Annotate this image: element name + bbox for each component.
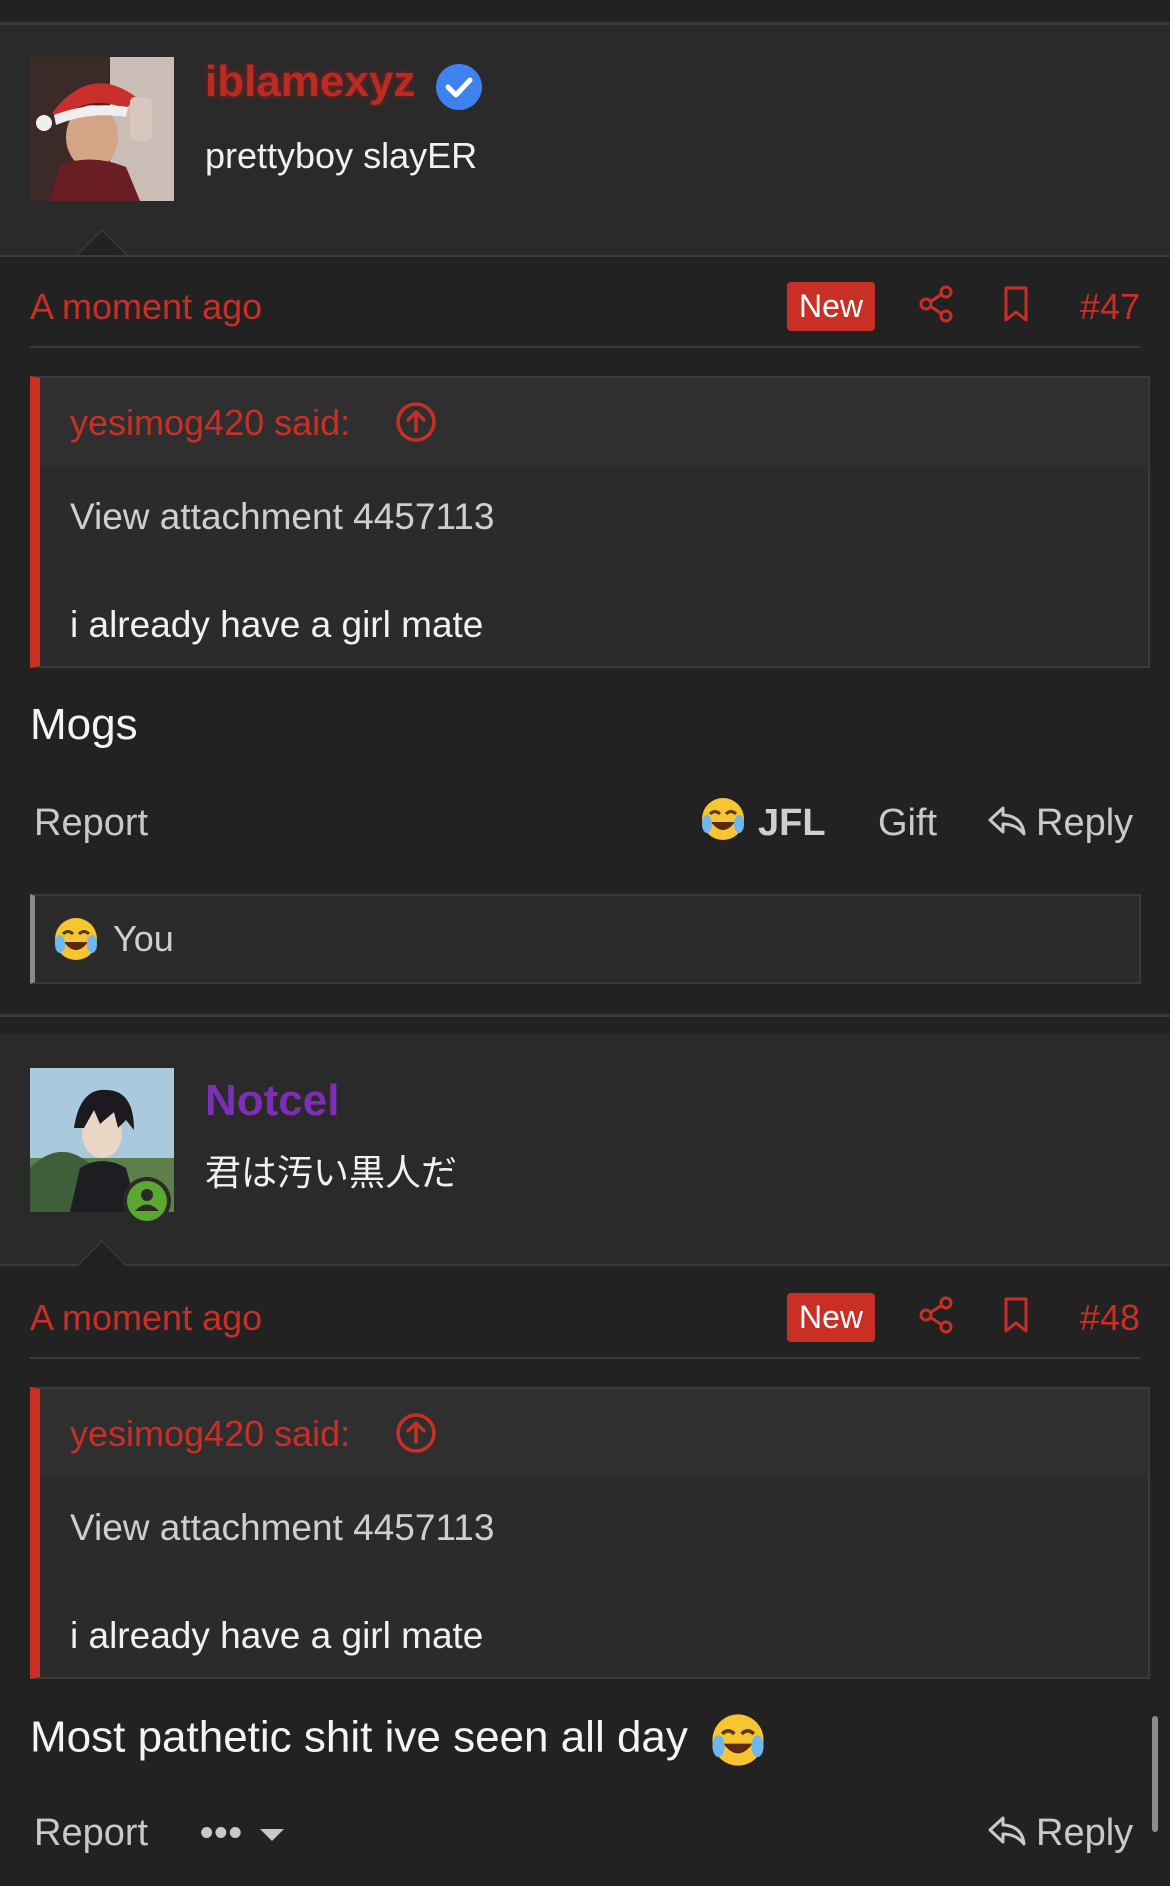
quote-text: i already have a girl mate: [70, 1615, 484, 1656]
bookmark-icon[interactable]: [996, 284, 1036, 324]
caret-down-icon: [260, 1828, 285, 1841]
post-body: Most pathetic shit ive seen all day: [30, 1712, 766, 1768]
laughing-crying-emoji-icon: [53, 916, 99, 962]
new-badge: New: [787, 282, 876, 331]
quote-author[interactable]: yesimog420 said:: [70, 402, 350, 444]
post-number[interactable]: #48: [1080, 1297, 1140, 1339]
post-meta-bar: A moment ago New #47: [30, 272, 1140, 348]
post-body: Mogs: [30, 700, 138, 749]
user-title: prettyboy slayER: [205, 135, 478, 176]
online-status-icon: [122, 1176, 172, 1226]
post-body-text: Most pathetic shit ive seen all day: [30, 1712, 688, 1762]
post-actions: Report ••• Reply: [30, 1806, 1140, 1866]
post-meta-bar: A moment ago New #48: [30, 1283, 1140, 1359]
scrollbar-thumb[interactable]: [1152, 1716, 1158, 1832]
quote-author[interactable]: yesimog420 said:: [70, 1413, 350, 1455]
quote-text: i already have a girl mate: [70, 604, 484, 645]
reaction-button[interactable]: JFL: [758, 802, 826, 845]
arrow-up-circle-icon[interactable]: [394, 400, 438, 444]
username[interactable]: Notcel: [205, 1076, 339, 1126]
header-arrow: [76, 1240, 128, 1266]
quote-attachment-text: View attachment 4457113: [70, 496, 495, 537]
arrow-up-circle-icon[interactable]: [394, 1411, 438, 1455]
share-icon[interactable]: [916, 1295, 956, 1335]
verified-icon: [435, 63, 483, 111]
gift-button[interactable]: Gift: [878, 802, 937, 845]
post-user-header: Notcel 君は汚い黒人だ: [0, 1034, 1170, 1266]
post-separator: [0, 1014, 1170, 1017]
quote-block: yesimog420 said: View attachment 4457113…: [30, 1387, 1150, 1679]
timestamp[interactable]: A moment ago: [30, 286, 262, 328]
timestamp[interactable]: A moment ago: [30, 1297, 262, 1339]
avatar[interactable]: [30, 57, 174, 201]
quote-block: yesimog420 said: View attachment 4457113…: [30, 376, 1150, 668]
laughing-crying-emoji-icon: [700, 796, 746, 842]
username[interactable]: iblamexyz: [205, 57, 415, 107]
reply-arrow-icon[interactable]: [986, 1810, 1028, 1852]
post-actions: Report JFL Gift Reply: [30, 796, 1140, 856]
laughing-crying-emoji-icon: [710, 1712, 766, 1768]
reply-button[interactable]: Reply: [1036, 802, 1133, 845]
reply-button[interactable]: Reply: [1036, 1812, 1133, 1855]
quote-header: yesimog420 said:: [40, 378, 1148, 466]
user-title: 君は汚い黒人だ: [205, 1152, 458, 1193]
quote-header: yesimog420 said:: [40, 1389, 1148, 1477]
reply-arrow-icon[interactable]: [986, 800, 1028, 842]
report-button[interactable]: Report: [34, 802, 148, 845]
header-arrow: [76, 229, 128, 255]
share-icon[interactable]: [916, 284, 956, 324]
reactions-summary[interactable]: You: [30, 894, 1141, 984]
post-number[interactable]: #47: [1080, 286, 1140, 328]
post-user-header: iblamexyz prettyboy slayER: [0, 25, 1170, 257]
bookmark-icon[interactable]: [996, 1295, 1036, 1335]
more-options-button[interactable]: •••: [200, 1812, 285, 1855]
reactions-by-text: You: [113, 918, 174, 959]
new-badge: New: [787, 1293, 876, 1342]
quote-attachment-text: View attachment 4457113: [70, 1507, 495, 1548]
report-button[interactable]: Report: [34, 1812, 148, 1855]
